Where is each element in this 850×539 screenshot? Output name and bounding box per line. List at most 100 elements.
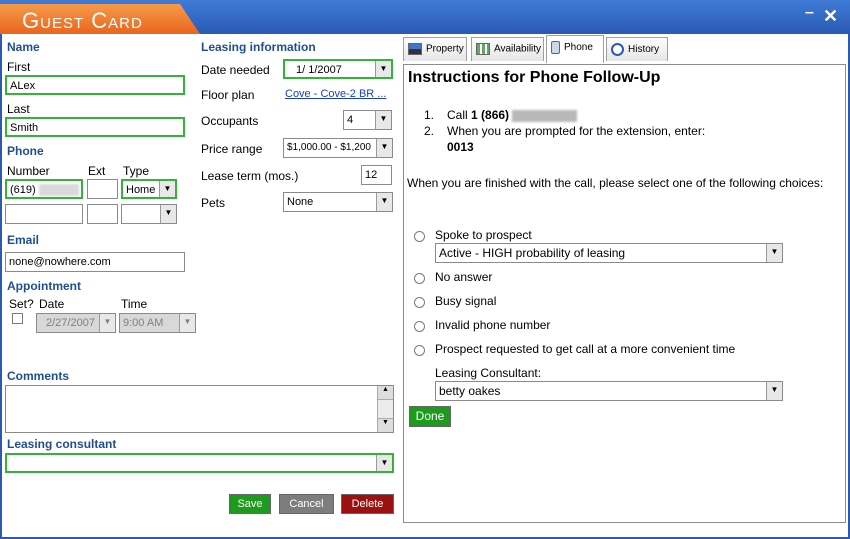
date-needed-value: 1/ 1/2007 — [296, 64, 342, 76]
history-icon — [611, 43, 624, 56]
appointment-time-select[interactable]: 9:00 AM ▼ — [119, 313, 196, 333]
phone-number-input-2[interactable] — [5, 204, 83, 224]
appointment-time-value: 9:00 AM — [123, 317, 164, 329]
pets-select[interactable]: None ▼ — [283, 192, 393, 212]
leasing-info-heading: Leasing information — [201, 40, 316, 54]
radio-spoke-to-prospect[interactable] — [414, 231, 425, 242]
price-range-label: Price range — [201, 142, 263, 156]
comments-textarea[interactable]: ▲ ▼ — [5, 385, 394, 433]
name-section-heading: Name — [7, 40, 40, 54]
phone-ext-input[interactable] — [87, 179, 118, 199]
first-name-input[interactable]: ALex — [5, 75, 185, 95]
phone-number-input[interactable]: (619) — [5, 179, 83, 199]
appointment-set-label: Set? — [9, 297, 34, 311]
date-needed-select[interactable]: 1/ 1/2007 ▼ — [283, 59, 393, 79]
price-range-value: $1,000.00 - $1,200 — [287, 142, 371, 153]
option-busy-signal: Busy signal — [435, 294, 497, 308]
scroll-up-icon[interactable]: ▲ — [378, 386, 393, 400]
tab-history-label: History — [628, 44, 660, 56]
tab-availability-label: Availability — [494, 43, 542, 55]
option-spoke-to-prospect: Spoke to prospect — [435, 228, 532, 242]
extension-code: 0013 — [447, 140, 474, 154]
price-range-select[interactable]: $1,000.00 - $1,200 ▼ — [283, 138, 393, 158]
occupants-select[interactable]: 4 ▼ — [343, 110, 392, 130]
minimize-icon[interactable]: – — [805, 4, 814, 22]
cancel-button[interactable]: Cancel — [279, 494, 334, 514]
phone-ext-input-2[interactable] — [87, 204, 118, 224]
radio-invalid-phone[interactable] — [414, 321, 425, 332]
comments-scrollbar[interactable]: ▲ ▼ — [377, 386, 393, 432]
chevron-down-icon: ▼ — [160, 205, 176, 223]
chevron-down-icon: ▼ — [159, 181, 175, 197]
redacted-phone — [512, 109, 578, 122]
availability-icon — [476, 43, 490, 55]
pets-label: Pets — [201, 196, 226, 210]
ext-label: Ext — [88, 164, 106, 178]
radio-no-answer[interactable] — [414, 273, 425, 284]
step-1-call-text: Call — [447, 108, 472, 122]
step-1-number: 1. — [424, 108, 435, 122]
phone-type-value: Home — [126, 184, 156, 196]
chevron-down-icon: ▼ — [99, 314, 115, 332]
comments-section-heading: Comments — [7, 369, 70, 383]
chevron-down-icon: ▼ — [376, 139, 392, 157]
step-2-number: 2. — [424, 124, 435, 138]
leasing-consultant-heading: Leasing consultant — [7, 437, 117, 451]
chevron-down-icon: ▼ — [766, 382, 782, 400]
property-icon — [408, 43, 422, 55]
tab-phone[interactable]: Phone — [546, 35, 604, 63]
chevron-down-icon: ▼ — [376, 193, 392, 211]
option-no-answer: No answer — [435, 270, 493, 284]
leasing-consultant-select[interactable]: ▼ — [5, 453, 394, 473]
occupants-value: 4 — [347, 114, 354, 126]
delete-button[interactable]: Delete — [341, 494, 394, 514]
occupants-label: Occupants — [201, 114, 259, 128]
phone-icon — [551, 41, 560, 54]
pets-value: None — [287, 196, 314, 208]
appointment-set-checkbox[interactable] — [12, 313, 23, 324]
scroll-down-icon[interactable]: ▼ — [378, 418, 393, 432]
tab-history[interactable]: History — [606, 37, 668, 61]
appointment-date-label: Date — [39, 297, 65, 311]
appointment-date-value: 2/27/2007 — [46, 317, 95, 329]
phone-consultant-select[interactable]: betty oakes ▼ — [435, 381, 783, 401]
email-section-heading: Email — [7, 233, 40, 247]
last-name-label: Last — [7, 102, 30, 116]
step-1-text: Call 1 (866) — [447, 108, 578, 122]
phone-type-select-2[interactable]: ▼ — [121, 204, 177, 224]
lease-term-input[interactable]: 12 — [361, 165, 392, 185]
option-invalid-phone: Invalid phone number — [435, 318, 551, 332]
radio-callback-requested[interactable] — [414, 345, 425, 356]
phone-consultant-value: betty oakes — [439, 384, 501, 398]
floor-plan-link[interactable]: Cove - Cove-2 BR ... — [285, 88, 386, 100]
radio-busy-signal[interactable] — [414, 297, 425, 308]
close-icon[interactable]: ✕ — [823, 6, 838, 27]
window-title: Guest Card — [22, 8, 143, 33]
completion-instruction: When you are finished with the call, ple… — [407, 176, 824, 190]
appointment-date-select[interactable]: 2/27/2007 ▼ — [36, 313, 116, 333]
phone-section-heading: Phone — [7, 144, 44, 158]
first-name-label: First — [7, 60, 31, 74]
date-needed-label: Date needed — [201, 63, 270, 77]
floor-plan-label: Floor plan — [201, 88, 255, 102]
step-1-phone-number: 1 (866) — [471, 108, 510, 122]
save-button[interactable]: Save — [229, 494, 271, 514]
email-input[interactable]: none@nowhere.com — [5, 252, 185, 272]
phone-type-select[interactable]: Home ▼ — [121, 179, 177, 199]
chevron-down-icon: ▼ — [375, 111, 391, 129]
tab-property[interactable]: Property — [403, 37, 467, 61]
tab-availability[interactable]: Availability — [471, 37, 544, 61]
title-bar: Guest Card – ✕ — [0, 0, 850, 34]
phone-instructions-heading: Instructions for Phone Follow-Up — [408, 69, 661, 86]
lease-term-label: Lease term (mos.) — [201, 169, 299, 183]
number-label: Number — [7, 164, 50, 178]
chevron-down-icon: ▼ — [179, 314, 195, 332]
leasing-consultant-label: Leasing Consultant: — [435, 366, 542, 380]
done-button[interactable]: Done — [409, 406, 451, 427]
step-2-text: When you are prompted for the extension,… — [447, 124, 706, 138]
prospect-status-select[interactable]: Active - HIGH probability of leasing ▼ — [435, 243, 783, 263]
appointment-section-heading: Appointment — [7, 279, 81, 293]
tab-phone-label: Phone — [564, 42, 593, 54]
last-name-input[interactable]: Smith — [5, 117, 185, 137]
appointment-time-label: Time — [121, 297, 148, 311]
